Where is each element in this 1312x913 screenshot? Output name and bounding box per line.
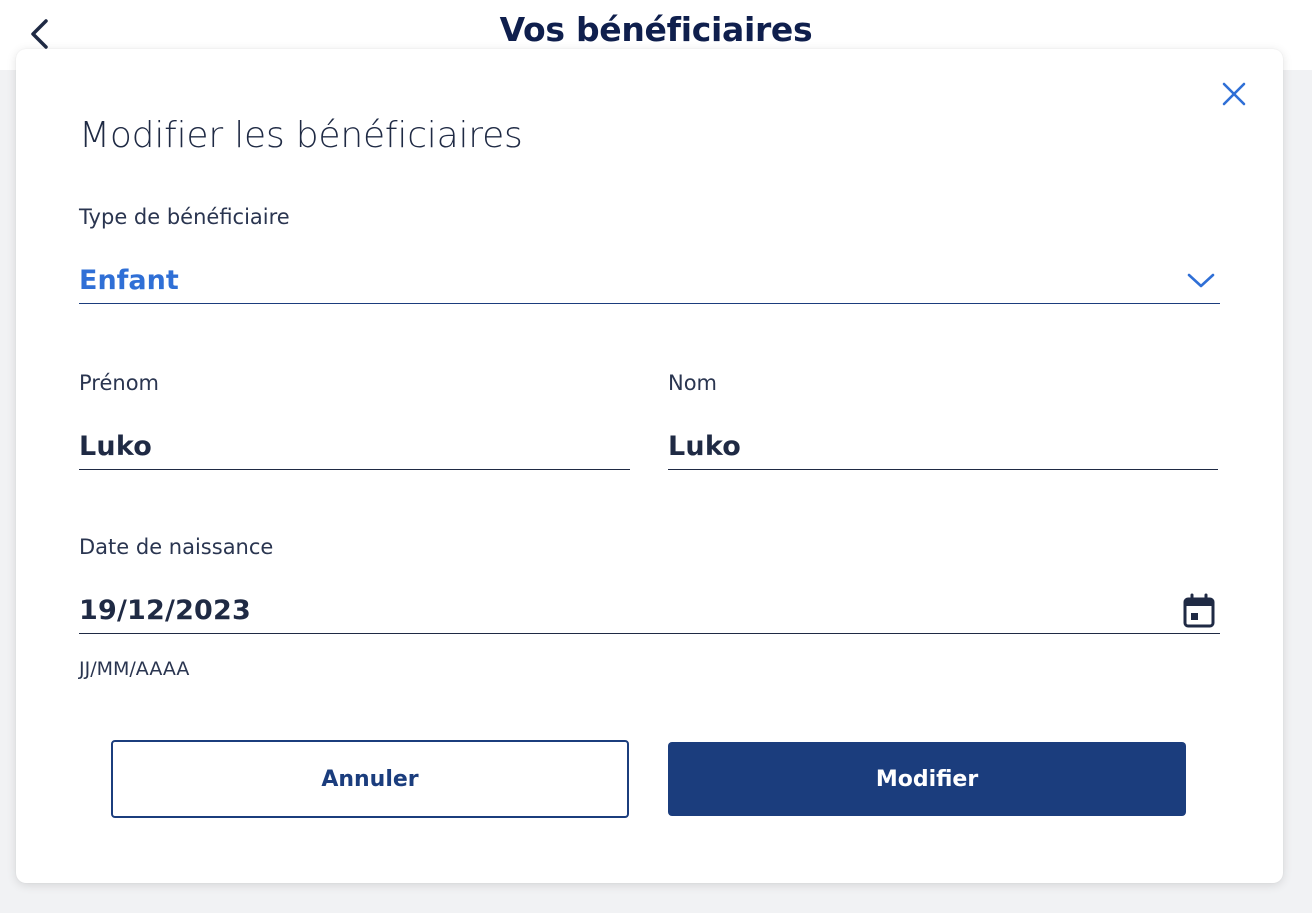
- beneficiary-type-select[interactable]: Enfant: [79, 258, 1220, 304]
- close-icon: [1222, 82, 1246, 106]
- beneficiary-type-value: Enfant: [79, 265, 179, 296]
- firstname-value: Luko: [79, 431, 153, 462]
- birthdate-input[interactable]: 19/12/2023: [79, 588, 1220, 634]
- birthdate-label: Date de naissance: [79, 535, 274, 559]
- lastname-value: Luko: [668, 431, 742, 462]
- beneficiary-type-label: Type de bénéficiaire: [79, 205, 290, 229]
- lastname-label: Nom: [668, 371, 718, 395]
- edit-beneficiaries-modal: Modifier les bénéficiaires Type de bénéf…: [16, 49, 1283, 883]
- modal-title: Modifier les bénéficiaires: [79, 115, 523, 156]
- calendar-icon[interactable]: [1182, 593, 1216, 629]
- birthdate-value: 19/12/2023: [79, 595, 252, 626]
- page-title: Vos bénéficiaires: [499, 10, 813, 49]
- birthdate-format-hint: JJ/MM/AAAA: [79, 658, 190, 680]
- firstname-label: Prénom: [79, 371, 160, 395]
- lastname-input[interactable]: Luko: [668, 424, 1218, 470]
- modify-button[interactable]: Modifier: [668, 742, 1186, 816]
- close-button[interactable]: [1217, 77, 1251, 111]
- firstname-input[interactable]: Luko: [79, 424, 630, 470]
- chevron-down-icon: [1186, 272, 1216, 290]
- cancel-button[interactable]: Annuler: [111, 740, 629, 818]
